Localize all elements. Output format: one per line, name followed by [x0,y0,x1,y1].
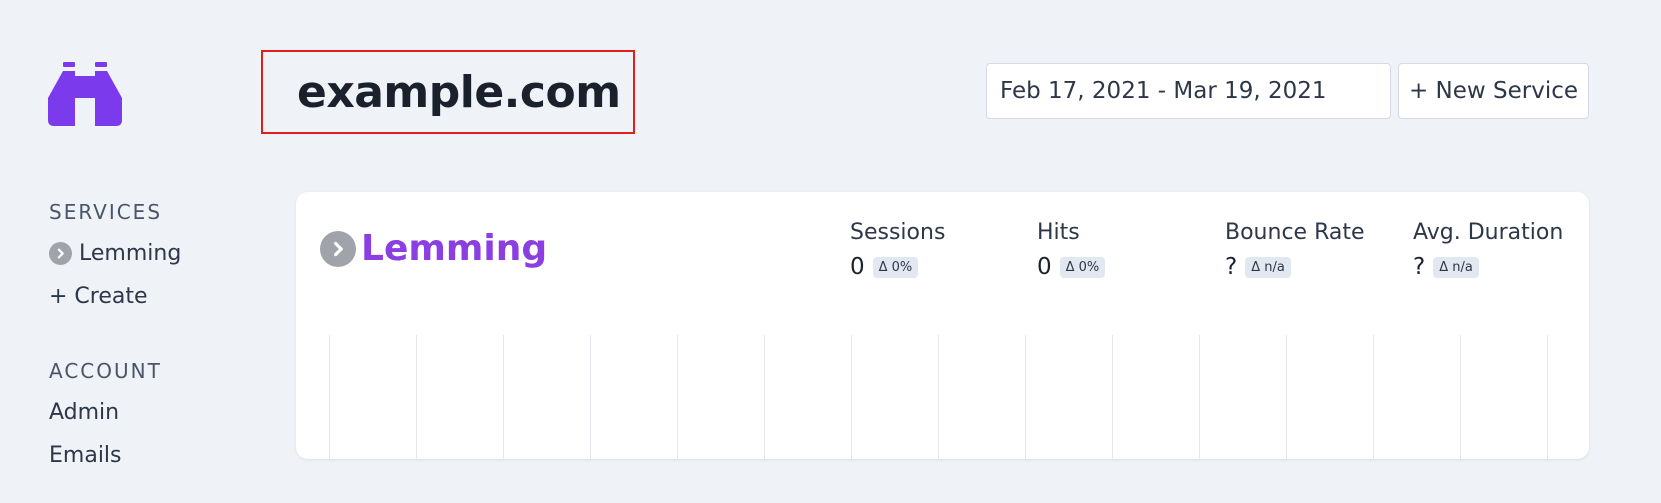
stat-value: ? [1225,254,1238,280]
delta-badge: Δ n/a [1433,256,1479,278]
service-card: Lemming Sessions 0 Δ 0% Hits 0 Δ 0% Boun… [296,192,1589,459]
sidebar-item-label: + Create [49,284,148,309]
new-service-button[interactable]: + New Service [1398,63,1589,119]
sidebar-item-label: Admin [49,400,120,425]
delta-badge: Δ 0% [1059,256,1106,278]
stat-bounce-rate: Bounce Rate ? Δ n/a [1225,220,1365,280]
delta-badge: Δ 0% [872,256,919,278]
sidebar-item-emails[interactable]: Emails [49,434,181,477]
stat-avg-duration: Avg. Duration ? Δ n/a [1413,220,1563,280]
stat-sessions: Sessions 0 Δ 0% [850,220,945,280]
sidebar-item-label: Emails [49,443,122,468]
stat-label: Avg. Duration [1413,220,1564,245]
service-header: Lemming [320,228,547,269]
stat-value: ? [1413,254,1426,280]
service-name-link[interactable]: Lemming [361,228,547,269]
expand-chevron-icon[interactable] [320,230,356,267]
sidebar-item-lemming[interactable]: Lemming [49,232,181,275]
chevron-right-icon [49,242,72,265]
sidebar: SERVICES Lemming + Create ACCOUNT Admin … [49,200,181,477]
binoculars-icon [48,62,122,126]
services-heading: SERVICES [49,200,163,224]
stat-label: Sessions [850,220,946,245]
stat-value: 0 [1037,254,1052,280]
stat-hits: Hits 0 Δ 0% [1037,220,1106,280]
date-range-text: Feb 17, 2021 - Mar 19, 2021 [1000,78,1327,104]
delta-badge: Δ n/a [1245,256,1291,278]
page-title: example.com [261,50,635,134]
activity-chart-grid [329,335,1548,459]
account-heading: ACCOUNT [49,359,162,383]
sidebar-item-admin[interactable]: Admin [49,391,181,434]
stat-value: 0 [850,254,865,280]
stat-label: Hits [1037,220,1080,245]
sidebar-item-create[interactable]: + Create [49,275,181,318]
stat-label: Bounce Rate [1225,220,1365,245]
date-range-picker[interactable]: Feb 17, 2021 - Mar 19, 2021 [986,63,1391,119]
site-title: example.com [297,66,621,118]
new-service-label: + New Service [1408,78,1579,104]
sidebar-item-label: Lemming [79,241,182,266]
